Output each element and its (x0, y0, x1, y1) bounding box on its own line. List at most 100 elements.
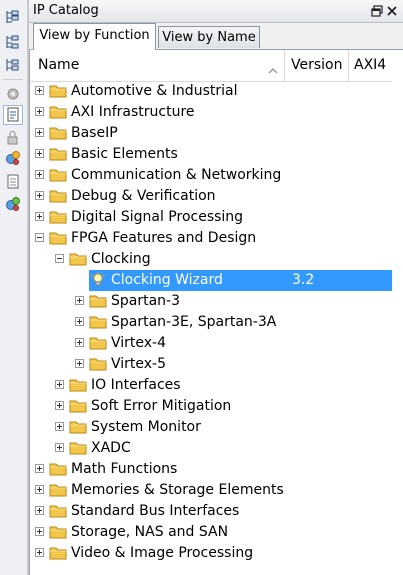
tree-item-folder[interactable]: Spartan-3 (30, 291, 403, 312)
tree-item-folder[interactable]: Memories & Storage Elements (30, 480, 403, 501)
tree-item-label: Virtex-5 (111, 356, 167, 372)
expand-icon[interactable] (35, 485, 44, 494)
expand-all-icon[interactable] (3, 7, 23, 27)
tree-item-version: 3.2 (292, 272, 315, 288)
tree-item-folder[interactable]: Virtex-5 (30, 354, 403, 375)
tree-item-label: System Monitor (91, 419, 201, 435)
tree-item-folder[interactable]: Basic Elements (30, 144, 403, 165)
expand-icon[interactable] (35, 128, 44, 137)
expand-icon[interactable] (75, 317, 84, 326)
toolbar-separator (3, 79, 23, 80)
panel-title: IP Catalog (33, 3, 99, 18)
expand-icon[interactable] (35, 149, 44, 158)
tree-item-folder[interactable]: Communication & Networking (30, 165, 403, 186)
vertical-scrollbar[interactable] (392, 50, 403, 575)
expand-icon[interactable] (55, 401, 64, 410)
tree-item-folder[interactable]: AXI Infrastructure (30, 102, 403, 123)
tree-item-label: AXI Infrastructure (71, 104, 195, 120)
collapse-icon[interactable] (35, 233, 44, 242)
regenerate-icon[interactable] (3, 194, 23, 214)
tree-item-label: Storage, NAS and SAN (71, 524, 229, 540)
collapse-icon[interactable] (55, 254, 64, 263)
expand-icon[interactable] (35, 548, 44, 557)
tab-view-by-function[interactable]: View by Function (33, 23, 156, 50)
restore-icon[interactable] (370, 3, 384, 17)
tree-item-label: Soft Error Mitigation (91, 398, 232, 414)
tree-item-label: Clocking (91, 251, 151, 267)
expand-icon[interactable] (75, 359, 84, 368)
document-icon[interactable] (3, 172, 23, 192)
expand-icon[interactable] (35, 107, 44, 116)
folder-icon (49, 503, 67, 518)
folder-icon (69, 440, 87, 455)
lock-icon[interactable] (3, 128, 23, 148)
tree-item-label: Standard Bus Interfaces (71, 503, 240, 519)
column-header: Name Version AXI4 (30, 50, 403, 82)
tree-item-folder[interactable]: Storage, NAS and SAN (30, 522, 403, 543)
expand-icon[interactable] (35, 527, 44, 536)
ip-core-icon (89, 272, 107, 288)
expand-icon[interactable] (55, 443, 64, 452)
datasheet-icon[interactable] (3, 105, 23, 125)
folder-icon (49, 209, 67, 224)
tree-item-folder[interactable]: Automotive & Industrial (30, 81, 403, 102)
expand-icon[interactable] (35, 191, 44, 200)
expand-icon[interactable] (35, 506, 44, 515)
panel-titlebar: IP Catalog (29, 0, 403, 23)
expand-icon[interactable] (75, 338, 84, 347)
tree-item-folder[interactable]: Digital Signal Processing (30, 207, 403, 228)
tree-item-folder[interactable]: FPGA Features and Design (30, 228, 403, 249)
folder-icon (49, 104, 67, 119)
collapse-all-icon[interactable] (3, 32, 23, 52)
tree-item-label: BaseIP (71, 125, 118, 141)
generate-icon[interactable] (3, 148, 23, 168)
tree-item-folder[interactable]: Video & Image Processing (30, 543, 403, 564)
ip-tree: Name Version AXI4 Automotive & Industria… (29, 50, 403, 575)
customize-ip-icon[interactable] (3, 84, 23, 104)
tree-item-folder[interactable]: Standard Bus Interfaces (30, 501, 403, 522)
tree-item-folder[interactable]: System Monitor (30, 417, 403, 438)
folder-icon (89, 335, 107, 350)
tree-item-label: Automotive & Industrial (71, 83, 238, 99)
sort-ascending-icon (268, 62, 278, 78)
tree-item-label: Memories & Storage Elements (71, 482, 284, 498)
folder-icon (49, 461, 67, 476)
tree-item-folder[interactable]: Debug & Verification (30, 186, 403, 207)
left-toolbar (0, 0, 28, 575)
view-tabs: View by Function View by Name (29, 22, 403, 50)
expand-icon[interactable] (55, 422, 64, 431)
folder-icon (49, 230, 67, 245)
folder-icon (69, 419, 87, 434)
close-icon[interactable] (385, 3, 399, 17)
expand-icon[interactable] (35, 464, 44, 473)
tree-item-folder[interactable]: XADC (30, 438, 403, 459)
tab-view-by-name[interactable]: View by Name (158, 26, 260, 48)
expand-icon[interactable] (35, 170, 44, 179)
folder-icon (49, 125, 67, 140)
tree-item-label: Basic Elements (71, 146, 178, 162)
tree-item-label: XADC (91, 440, 131, 456)
expand-icon[interactable] (75, 296, 84, 305)
tree-item-label: Spartan-3 (111, 293, 181, 309)
column-header-name[interactable]: Name (30, 50, 285, 81)
tree-item-label: Math Functions (71, 461, 178, 477)
tree-item-folder[interactable]: BaseIP (30, 123, 403, 144)
tree-item-folder[interactable]: IO Interfaces (30, 375, 403, 396)
folder-icon (69, 398, 87, 413)
tree-item-folder[interactable]: Math Functions (30, 459, 403, 480)
expand-icon[interactable] (55, 380, 64, 389)
tree-item-folder[interactable]: Soft Error Mitigation (30, 396, 403, 417)
folder-icon (49, 146, 67, 161)
tree-item-folder[interactable]: Virtex-4 (30, 333, 403, 354)
expand-icon[interactable] (35, 212, 44, 221)
tree-item-folder[interactable]: Spartan-3E, Spartan-3A (30, 312, 403, 333)
tree-item-folder[interactable]: Clocking (30, 249, 403, 270)
hierarchy-icon[interactable] (3, 55, 23, 75)
column-header-version[interactable]: Version (285, 50, 349, 81)
tree-item-ip[interactable]: Clocking Wizard 3.2 (30, 270, 403, 291)
expand-icon[interactable] (35, 86, 44, 95)
tree-item-label: Spartan-3E, Spartan-3A (111, 314, 277, 330)
folder-icon (89, 293, 107, 308)
tree-item-label: Video & Image Processing (71, 545, 254, 561)
folder-icon (49, 524, 67, 539)
